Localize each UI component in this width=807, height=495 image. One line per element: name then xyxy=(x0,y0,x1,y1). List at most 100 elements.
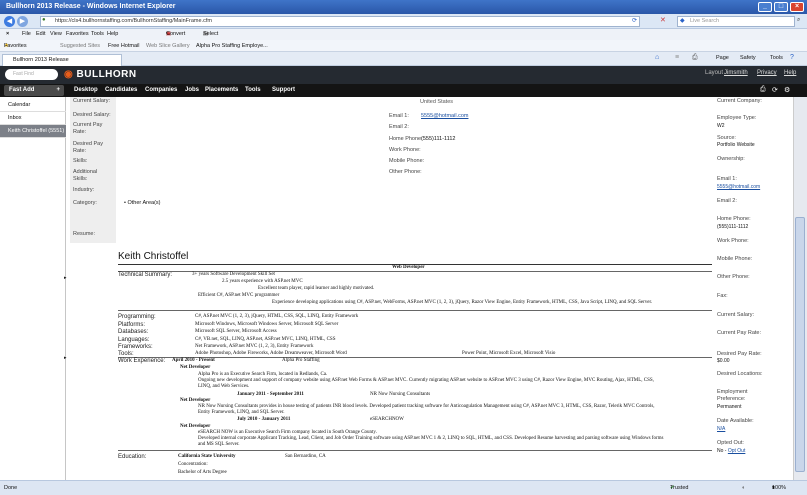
app-header: Fast Find ◉ BULLHORN Layout Jimsmith Pri… xyxy=(0,66,807,84)
education-concentration: Concentration: xyxy=(178,462,208,467)
nav-candidates[interactable]: Candidates xyxy=(105,84,137,97)
job-line: LINQ, and Web Services. xyxy=(198,384,250,389)
nav-support[interactable]: Support xyxy=(272,84,295,97)
menu-view[interactable]: View xyxy=(50,29,62,40)
summary-line: Efficient C#, ASP.net MVC programmer xyxy=(198,293,280,298)
nav-companies[interactable]: Companies xyxy=(145,84,177,97)
programming-label: Programming: xyxy=(118,314,156,320)
nav-jobs[interactable]: Jobs xyxy=(185,84,199,97)
menu-edit[interactable]: Edit xyxy=(36,29,45,40)
fast-find-input[interactable]: Fast Find xyxy=(5,69,58,80)
job-line: Ongoing new development and support of c… xyxy=(198,378,654,383)
databases-label: Databases: xyxy=(118,329,149,335)
minimize-button[interactable]: _ xyxy=(758,2,772,12)
home-phone-label: Home Phone: xyxy=(389,136,423,142)
email1-label: Email 1: xyxy=(389,113,409,119)
frameworks-value: Net Framework, ASP.net MVC (1, 2, 3), En… xyxy=(195,344,314,349)
convert-button[interactable]: ▣ Convert ▾ xyxy=(166,29,185,40)
page-menu[interactable]: Page xyxy=(716,55,729,61)
favorites-label: Favorites xyxy=(4,43,27,49)
opt-out-link[interactable]: Opt Out xyxy=(728,448,746,454)
right-home-phone-value: (555)111-1112 xyxy=(717,224,749,230)
favorite-alpha-pro[interactable]: Alpha Pro Staffing Employe... xyxy=(196,40,268,52)
address-country: United States xyxy=(420,99,454,105)
favorite-free-hotmail[interactable]: Free Hotmail xyxy=(108,40,139,52)
menu-tools[interactable]: Tools xyxy=(91,29,104,40)
maximize-button[interactable]: □ xyxy=(774,2,788,12)
main-nav: Fast Add + Desktop Candidates Companies J… xyxy=(0,84,807,97)
email1-link[interactable]: 5555@hotmail.com xyxy=(421,113,468,120)
fast-add-label: Fast Add xyxy=(9,87,35,93)
right-current-salary-label: Current Salary: xyxy=(717,312,754,318)
refresh-record-icon[interactable]: ⟳ xyxy=(772,86,778,94)
fax-label: Fax: xyxy=(717,293,728,299)
close-button[interactable]: × xyxy=(790,2,804,12)
sidebar-item-candidate[interactable]: Keith Christoffel (5551) xyxy=(0,125,66,138)
source-value: Portfolio Website xyxy=(717,142,755,148)
collapse-arrow-icon[interactable]: ▸ xyxy=(64,275,67,281)
favorite-suggested-sites[interactable]: Suggested Sites xyxy=(60,40,100,52)
menu-bar: × File Edit View Favorites Tools Help ▣ … xyxy=(0,29,807,40)
tab-bar: Bullhorn 2013 Release ⌂ ≡ ⎙ Page Safety … xyxy=(0,52,807,66)
date-available-value[interactable]: N/A xyxy=(717,426,725,432)
refresh-icon[interactable]: ⟳ xyxy=(632,17,637,24)
nav-tools[interactable]: Tools xyxy=(245,84,261,97)
job-dates: July 2010 - January 2011 xyxy=(237,417,291,422)
scrollbar-thumb[interactable] xyxy=(795,217,805,472)
user-link[interactable]: Jimsmith xyxy=(724,70,748,76)
right-desired-pay-label: Desired Pay Rate: xyxy=(717,351,762,357)
favorite-web-slice-gallery[interactable]: Web Slice Gallery xyxy=(146,40,190,52)
forward-icon[interactable]: ▶ xyxy=(17,16,28,27)
stop-icon[interactable]: ✕ xyxy=(660,16,666,24)
sidebar-item-calendar[interactable]: Calendar xyxy=(0,99,66,112)
fast-add-button[interactable]: Fast Add + xyxy=(4,85,64,96)
tools-menu[interactable]: Tools xyxy=(770,55,783,61)
summary-line: Excellent team player, rapid learner and… xyxy=(258,286,375,291)
category-label: Category: xyxy=(73,200,97,206)
industry-label: Industry: xyxy=(73,187,95,193)
languages-value: C#, VB.net, SQL, LINQ, ASP.net, ASP.net … xyxy=(195,337,336,342)
job-line: Developed internal corporate Applicant T… xyxy=(198,436,664,441)
menu-file[interactable]: File xyxy=(22,29,31,40)
menu-help[interactable]: Help xyxy=(107,29,118,40)
date-available-label: Date Available: xyxy=(717,418,754,424)
back-icon[interactable]: ◀ xyxy=(4,16,15,27)
search-icon[interactable]: ⌕ xyxy=(797,17,800,24)
right-work-phone-label: Work Phone: xyxy=(717,238,749,244)
employment-preference-value: Permanent xyxy=(717,404,742,410)
settings-icon[interactable]: ⚙ xyxy=(784,86,790,94)
opted-out-value: No - Opt Out xyxy=(717,448,745,454)
menu-close-icon[interactable]: × xyxy=(6,29,9,40)
home-icon[interactable]: ⌂ xyxy=(655,54,659,61)
window-title: Bullhorn 2013 Release - Windows Internet… xyxy=(6,3,176,10)
nav-desktop[interactable]: Desktop xyxy=(74,84,98,97)
summary-line: 2.5 years experience with ASP.net MVC xyxy=(222,279,303,284)
mobile-phone-label: Mobile Phone: xyxy=(389,158,425,164)
job-dates: January 2011 - September 2011 xyxy=(237,392,304,397)
favorites-bar: ★ Favorites Suggested Sites Free Hotmail… xyxy=(0,40,807,52)
summary-label: Technical Summary: xyxy=(118,272,173,278)
help-icon[interactable]: ? xyxy=(790,54,794,61)
nav-placements[interactable]: Placements xyxy=(205,84,238,97)
menu-favorites[interactable]: Favorites xyxy=(66,29,89,40)
privacy-link[interactable]: Privacy xyxy=(757,70,777,76)
feeds-icon[interactable]: ≡ xyxy=(675,54,679,61)
right-home-phone-label: Home Phone: xyxy=(717,216,751,222)
search-input[interactable]: Live Search xyxy=(677,16,795,27)
protected-mode-icon: ◐ xyxy=(742,485,746,491)
zoom-control[interactable]: ⌕ 100% ▾ xyxy=(772,481,786,495)
current-company-label: Current Company: xyxy=(717,98,762,104)
desired-salary-label: Desired Salary: xyxy=(73,112,111,118)
printer-icon[interactable]: ⎙ xyxy=(760,86,766,94)
right-email1-link[interactable]: 5555@hotmail.com xyxy=(717,184,760,190)
url-input[interactable]: https://cls4.bullhornstaffing.com/Bullho… xyxy=(40,16,640,27)
safety-menu[interactable]: Safety xyxy=(740,55,756,61)
browser-tab[interactable]: Bullhorn 2013 Release xyxy=(2,54,122,66)
collapse-arrow-icon[interactable]: ▸ xyxy=(64,355,67,361)
print-icon[interactable]: ⎙ xyxy=(692,54,698,62)
job-company: Alpha Pro Staffing xyxy=(282,358,320,363)
help-link[interactable]: Help xyxy=(784,70,796,76)
sidebar-item-inbox[interactable]: Inbox xyxy=(0,112,66,125)
resume-divider xyxy=(118,310,712,311)
work-phone-label: Work Phone: xyxy=(389,147,421,153)
